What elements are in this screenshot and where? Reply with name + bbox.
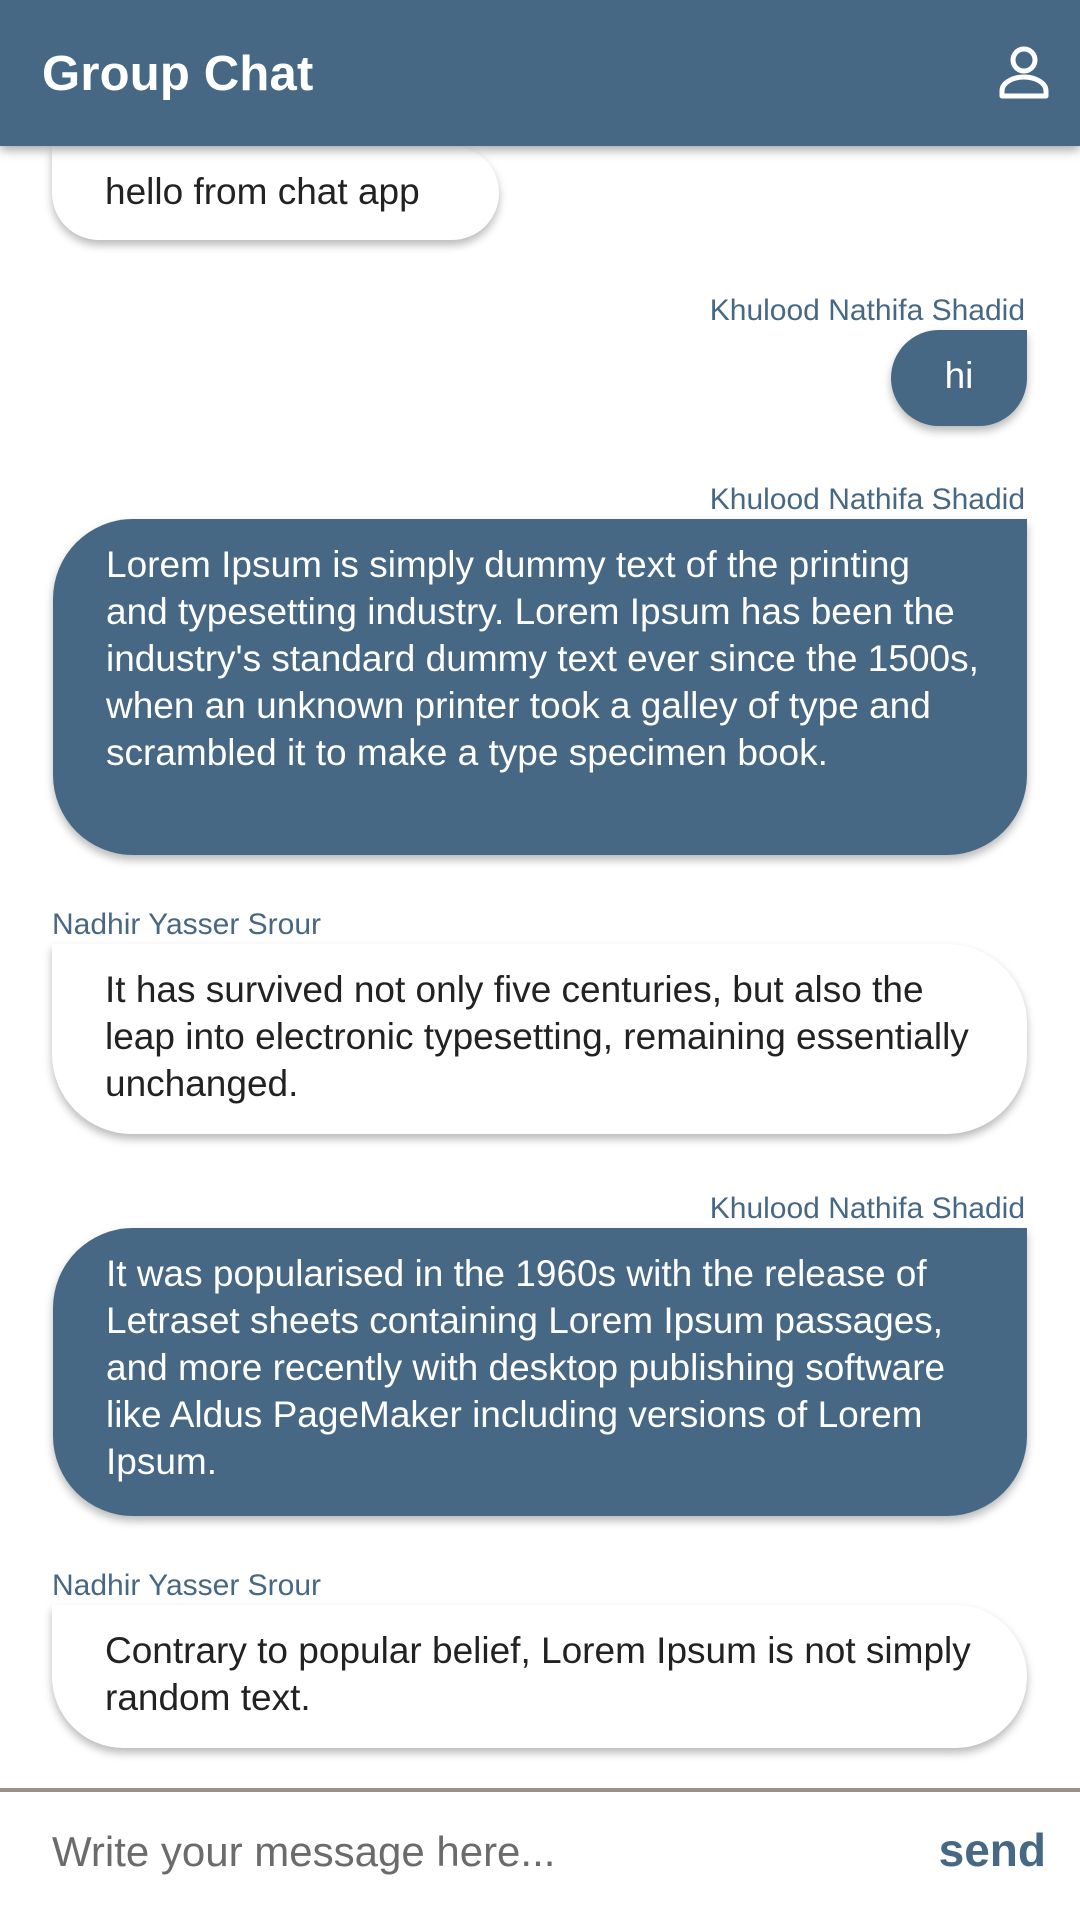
message-text: Lorem Ipsum is simply dummy text of the … xyxy=(106,544,979,773)
message-bubble: It was popularised in the 1960s with the… xyxy=(53,1228,1027,1516)
message-text: It has survived not only five centuries,… xyxy=(105,969,969,1104)
message-bubble: Contrary to popular belief, Lorem Ipsum … xyxy=(52,1605,1027,1748)
message-text: It was popularised in the 1960s with the… xyxy=(106,1253,946,1482)
message-composer: send xyxy=(0,1788,1080,1920)
message-bubble: hello from chat app xyxy=(52,146,499,240)
message-bubble: Lorem Ipsum is simply dummy text of the … xyxy=(53,519,1027,855)
chat-screen: Group Chat hello from chat app Khulood N… xyxy=(0,0,1080,1920)
message-bubble: hi xyxy=(891,330,1027,426)
message-sender: Khulood Nathifa Shadid xyxy=(709,1192,1025,1225)
message-list[interactable]: hello from chat app Khulood Nathifa Shad… xyxy=(0,146,1080,1788)
message-text: Contrary to popular belief, Lorem Ipsum … xyxy=(105,1630,971,1718)
profile-button[interactable] xyxy=(988,38,1060,110)
message-text: hi xyxy=(944,355,974,396)
message-sender: Nadhir Yasser Srour xyxy=(52,908,322,941)
page-title: Group Chat xyxy=(42,47,314,101)
message-sender: Khulood Nathifa Shadid xyxy=(709,294,1025,327)
message-text: hello from chat app xyxy=(105,171,420,212)
message-bubble: It has survived not only five centuries,… xyxy=(52,944,1027,1134)
message-sender: Khulood Nathifa Shadid xyxy=(709,483,1025,516)
app-bar: Group Chat xyxy=(0,0,1080,146)
person-outline-icon xyxy=(999,46,1049,99)
message-sender: Nadhir Yasser Srour xyxy=(52,1569,322,1602)
send-button[interactable]: send xyxy=(939,1820,1046,1880)
message-input[interactable] xyxy=(52,1822,872,1882)
